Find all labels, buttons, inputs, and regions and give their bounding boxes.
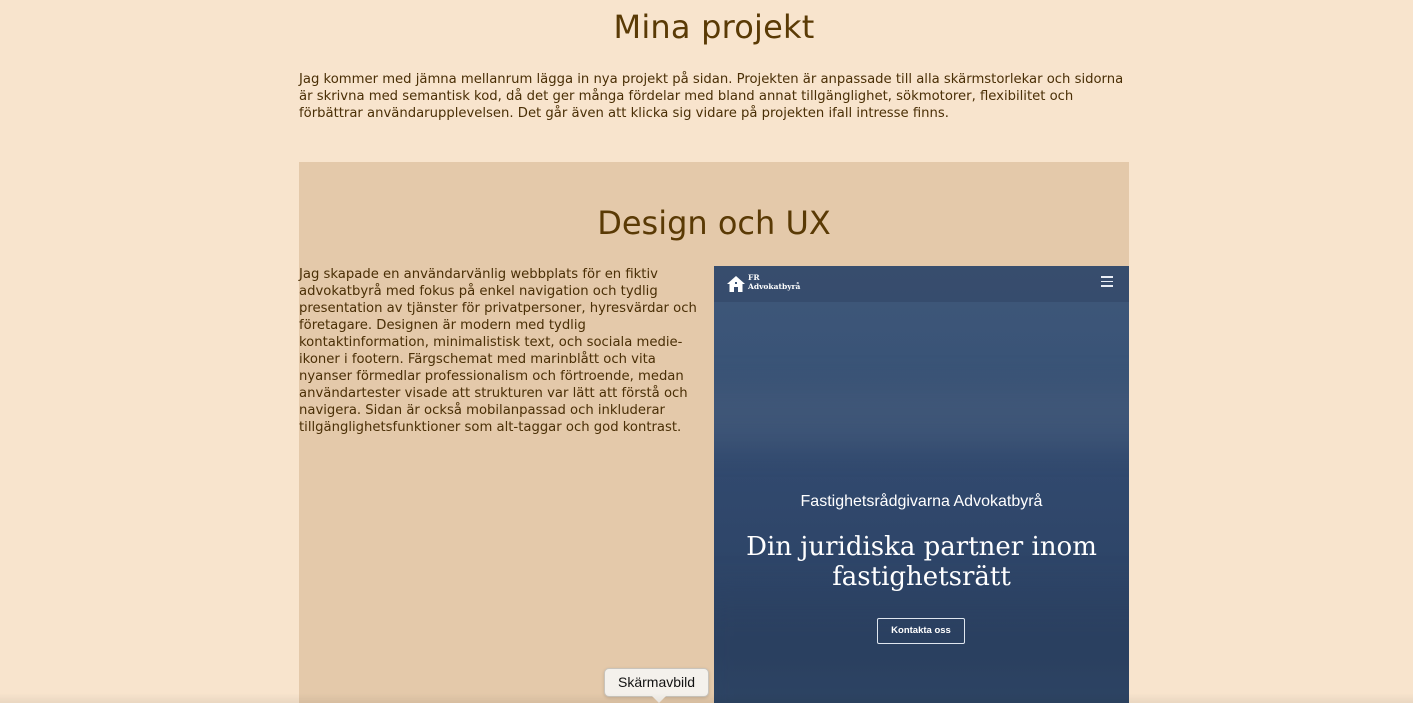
screenshot-background-lower (714, 596, 1129, 703)
screenshot-contact-button: Kontakta oss (877, 618, 965, 644)
project-description: Jag skapade en användarvänlig webbplats … (299, 267, 697, 435)
screenshot-background (714, 386, 1129, 446)
screenshot-navbar: FR Advokatbyrå (714, 266, 1129, 302)
project-card: Design och UX Jag skapade en användarvän… (299, 162, 1129, 703)
brand-line-2: Advokatbyrå (748, 282, 801, 291)
house-icon (727, 276, 745, 292)
hamburger-menu-icon (1101, 276, 1113, 287)
intro-text: Jag kommer med jämna mellanrum lägga in … (299, 72, 1124, 121)
project-title: Design och UX (597, 204, 831, 242)
bottom-edge-shadow (0, 693, 1413, 703)
screenshot-headline: Din juridiska partner inom fastighetsrät… (746, 532, 1097, 592)
screenshot-subtitle: Fastighetsrådgivarna Advokatbyrå (800, 493, 1043, 510)
brand-line-1: FR (748, 273, 760, 282)
page-title: Mina projekt (613, 8, 815, 46)
screenshot-brand: FR Advokatbyrå (748, 273, 800, 291)
page: Mina projekt Jag kommer med jämna mellan… (0, 0, 1413, 703)
project-screenshot-link[interactable]: FR Advokatbyrå Fastighetsrådgivarna Advo… (714, 266, 1129, 703)
